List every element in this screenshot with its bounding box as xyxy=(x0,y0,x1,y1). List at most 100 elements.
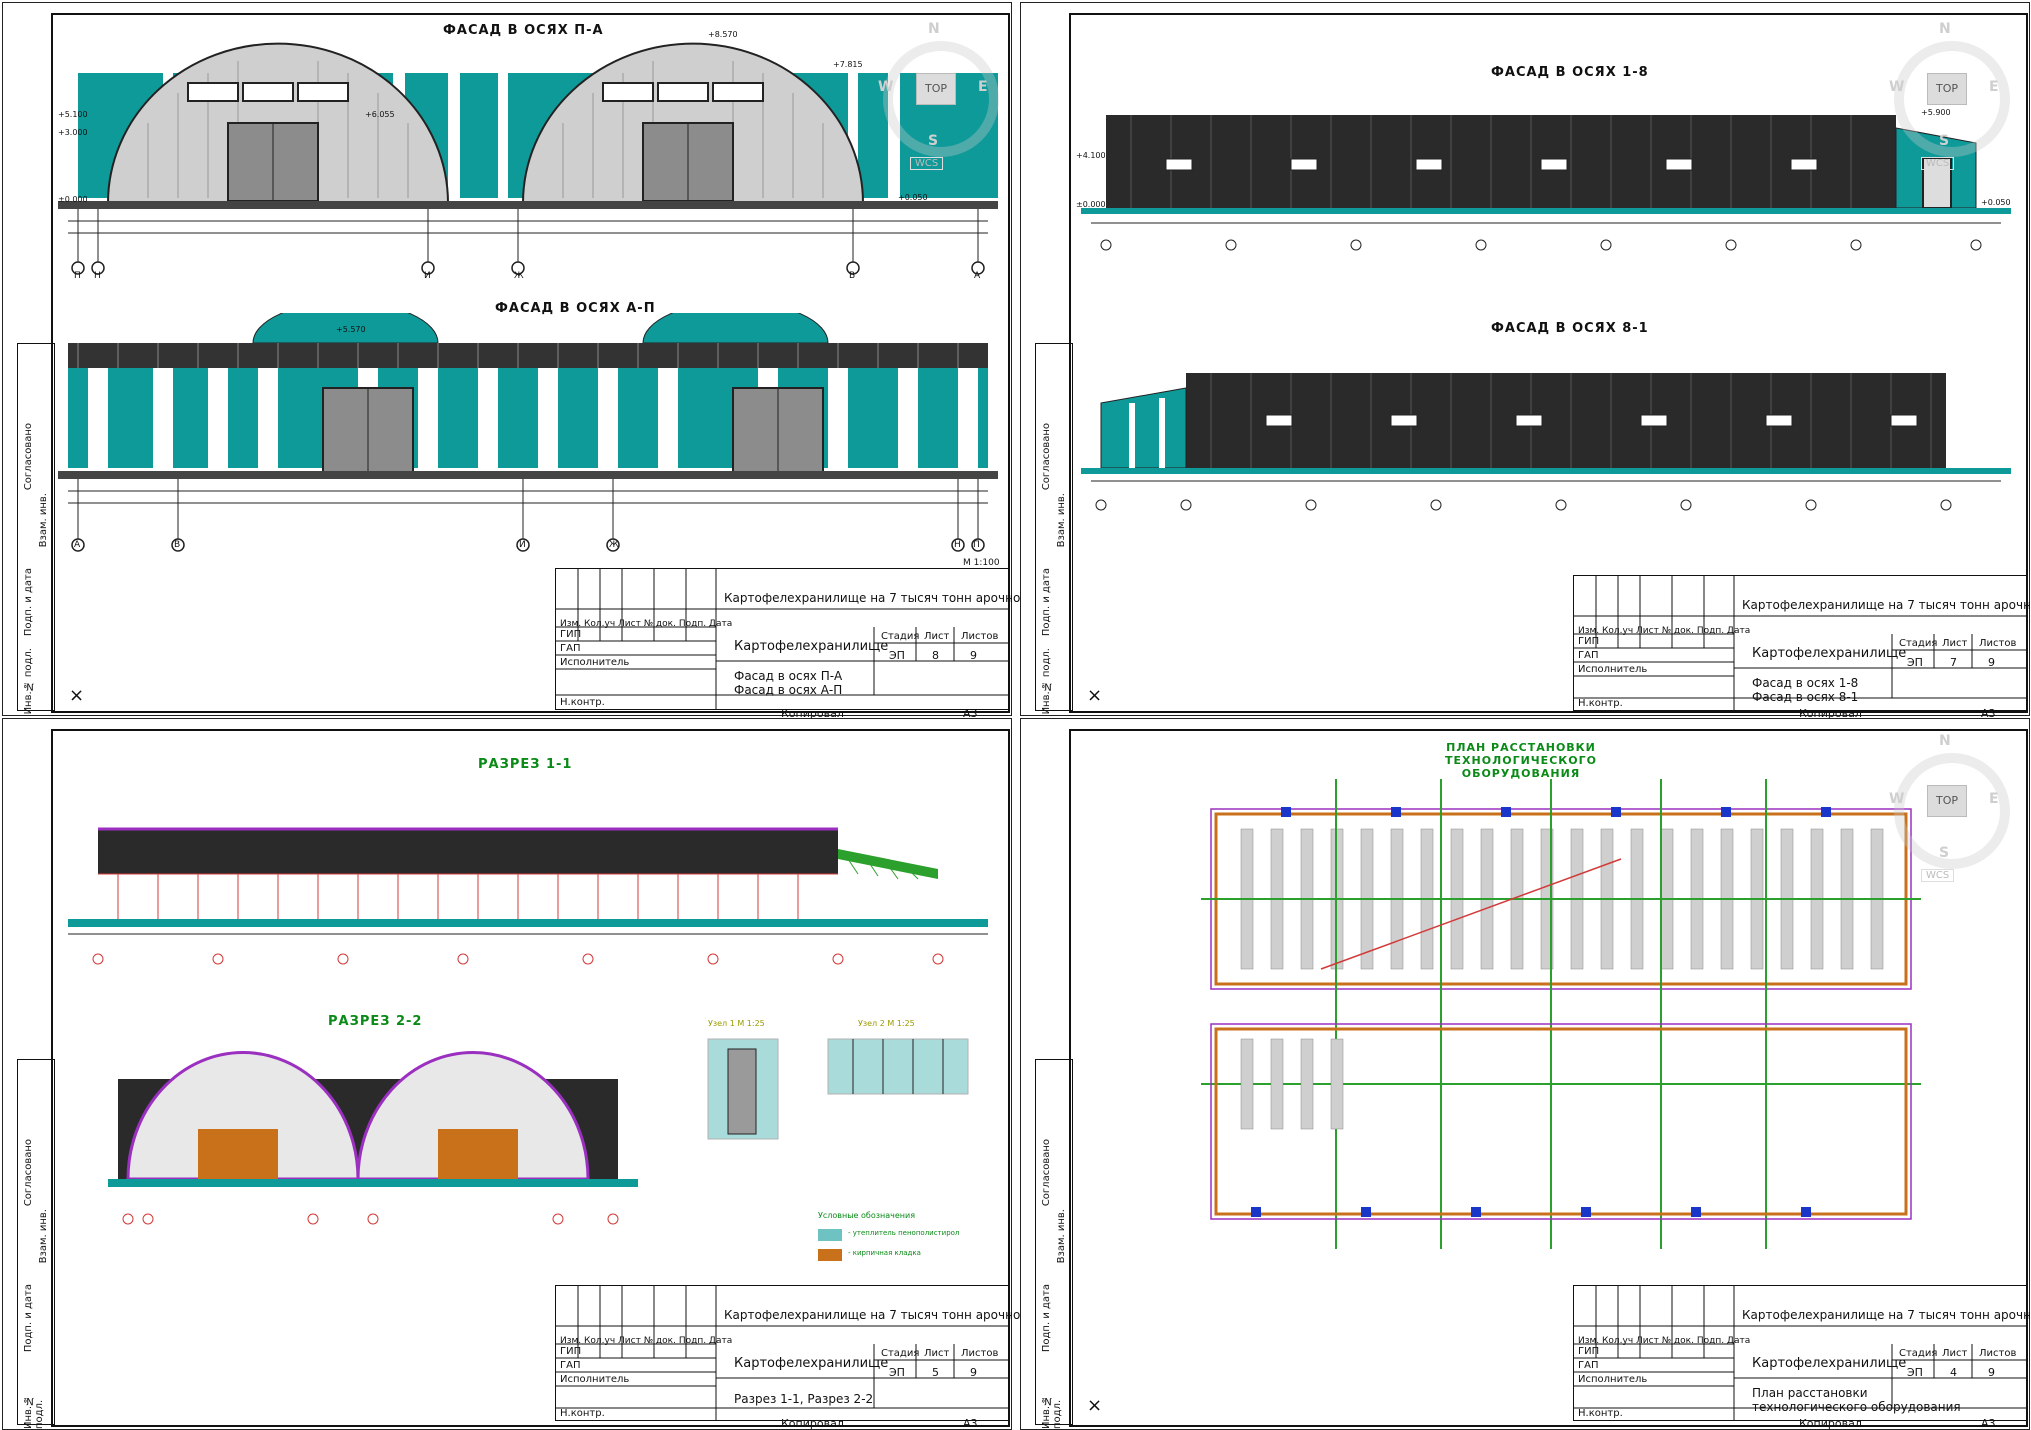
stage-label: Стадия xyxy=(881,631,920,642)
facade-title-2: ФАСАД В ОСЯХ 8-1 xyxy=(1491,321,1649,336)
wcs-menu[interactable]: WCS xyxy=(1921,157,1955,170)
compass-e: E xyxy=(1989,79,1999,95)
wcs-menu[interactable]: WCS xyxy=(1921,869,1955,882)
side-label-sign: Подп. и дата xyxy=(1041,568,1052,637)
sheet-value: 8 xyxy=(932,649,939,662)
stage-value: ЭП xyxy=(1907,1366,1923,1379)
facade-1-8-drawing xyxy=(1081,115,2011,251)
sheet-facade-1-8: ФАСАД В ОСЯХ 1-8 ФАСАД В ОСЯХ 8-1 +5.900… xyxy=(1020,2,2031,720)
revision-headers: Изм. Кол.уч Лист № док. Подп. Дата xyxy=(1578,1336,1751,1346)
stage-label: Стадия xyxy=(1899,1348,1938,1359)
cross-mark: × xyxy=(69,685,85,706)
stage-label: Стадия xyxy=(1899,638,1938,649)
role-gip: ГИП xyxy=(1578,1346,1600,1357)
cross-mark: × xyxy=(1087,1395,1103,1416)
elevation-mark: +7.815 xyxy=(833,60,863,69)
elevation-mark: ±0.000 xyxy=(1076,200,1106,209)
view-compass[interactable]: TOP N S W E WCS xyxy=(878,21,999,171)
detail-label-1: Узел 1 М 1:25 xyxy=(708,1019,765,1028)
side-label-inv: Взам. инв. xyxy=(38,493,49,548)
revision-headers: Изм. Кол.уч Лист № док. Подп. Дата xyxy=(560,1336,733,1346)
elevation-mark: +5.570 xyxy=(336,325,366,334)
compass-w: W xyxy=(878,79,894,95)
axis-label: И xyxy=(424,271,431,281)
side-label-approved: Согласовано xyxy=(23,423,34,491)
elevation-mark: +0.050 xyxy=(1981,198,2011,207)
side-label-approved: Согласовано xyxy=(1041,423,1052,491)
compass-w: W xyxy=(1889,791,1905,807)
project-name: Картофелехранилище на 7 тысяч тонн арочн… xyxy=(1742,598,2031,612)
side-label-sign: Подп. и дата xyxy=(23,568,34,637)
side-label-inv: Взам. инв. xyxy=(1056,1209,1067,1264)
view-compass[interactable]: TOP N S W E WCS xyxy=(1889,733,2010,883)
view-top-button[interactable]: TOP xyxy=(916,73,956,105)
total-value: 9 xyxy=(970,1366,977,1379)
copied-label: Копировал xyxy=(1799,1417,1862,1430)
role-norm-control: Н.контр. xyxy=(560,697,605,708)
side-label-inv2: Инв.№ подл. xyxy=(23,1394,45,1429)
sheet-label: Лист xyxy=(1942,1348,1968,1359)
compass-n: N xyxy=(928,21,940,37)
sheet-value: 7 xyxy=(1950,656,1957,669)
sheet-label: Лист xyxy=(924,1348,950,1359)
elevation-mark: +8.570 xyxy=(708,30,738,39)
plan-title: ПЛАН РАССТАНОВКИ ТЕХНОЛОГИЧЕСКОГО ОБОРУД… xyxy=(1445,741,1597,780)
view-top-button[interactable]: TOP xyxy=(1927,73,1967,105)
copied-label: Копировал xyxy=(781,1417,844,1430)
revision-headers: Изм. Кол.уч Лист № док. Подп. Дата xyxy=(560,619,733,629)
sheet-name: Фасад в осях 1-8 Фасад в осях 8-1 xyxy=(1752,676,1859,704)
sheet-value: 4 xyxy=(1950,1366,1957,1379)
role-norm-control: Н.контр. xyxy=(1578,1408,1623,1419)
title-block: Картофелехранилище на 7 тысяч тонн арочн… xyxy=(555,568,1068,710)
facade-a-p-drawing xyxy=(58,313,998,552)
legend-item-2: - кирпичная кладка xyxy=(848,1249,921,1257)
axis-label: В xyxy=(849,271,856,281)
axis-label: Н xyxy=(94,271,101,281)
side-label-sign: Подп. и дата xyxy=(1041,1284,1052,1353)
sheet-value: 5 xyxy=(932,1366,939,1379)
compass-s: S xyxy=(1939,845,1950,861)
facade-title-1: ФАСАД В ОСЯХ 1-8 xyxy=(1491,65,1649,80)
view-compass[interactable]: TOP N S W E WCS xyxy=(1889,21,2010,171)
elevation-mark: +5.100 xyxy=(58,110,88,119)
object-name: Картофелехранилище xyxy=(734,639,889,654)
sheet-sections: РАЗРЕЗ 1-1 РАЗРЕЗ 2-2 Узел 1 М 1:25 Узел… xyxy=(2,718,1068,1430)
total-value: 9 xyxy=(970,649,977,662)
axis-label: Ж xyxy=(609,540,619,550)
role-gip: ГИП xyxy=(560,629,582,640)
elevation-mark: ±0.000 xyxy=(58,195,88,204)
revision-headers: Изм. Кол.уч Лист № док. Подп. Дата xyxy=(1578,626,1751,636)
role-executor: Исполнитель xyxy=(560,1374,630,1385)
side-label-approved: Согласовано xyxy=(23,1139,34,1207)
sheet-equipment-plan: ПЛАН РАССТАНОВКИ ТЕХНОЛОГИЧЕСКОГО ОБОРУД… xyxy=(1020,718,2031,1430)
role-executor: Исполнитель xyxy=(1578,1374,1648,1385)
role-gap: ГАП xyxy=(560,643,581,654)
total-value: 9 xyxy=(1988,656,1995,669)
role-gip: ГИП xyxy=(1578,636,1600,647)
role-gip: ГИП xyxy=(560,1346,582,1357)
legend-swatch-1 xyxy=(818,1229,842,1241)
role-norm-control: Н.контр. xyxy=(1578,698,1623,709)
elevation-mark: +4.100 xyxy=(1076,151,1106,160)
view-top-button[interactable]: TOP xyxy=(1927,785,1967,817)
facade-p-a-drawing xyxy=(58,42,998,275)
format-label: А3 xyxy=(963,1417,978,1430)
sheet-name: Разрез 1-1, Разрез 2-2 xyxy=(734,1392,874,1406)
role-executor: Исполнитель xyxy=(1578,664,1648,675)
object-name: Картофелехранилище xyxy=(1752,1356,1907,1371)
detail-label-2: Узел 2 М 1:25 xyxy=(858,1019,915,1028)
role-executor: Исполнитель xyxy=(560,657,630,668)
detail-drawings xyxy=(707,1038,969,1140)
project-name: Картофелехранилище на 7 тысяч тонн арочн… xyxy=(1742,1308,2031,1322)
wcs-menu[interactable]: WCS xyxy=(910,157,944,170)
elevation-mark: +0.050 xyxy=(898,193,928,202)
axis-label: Ж xyxy=(514,271,524,281)
cross-mark: × xyxy=(1087,685,1103,706)
compass-w: W xyxy=(1889,79,1905,95)
side-label-inv2: Инв.№ подл. xyxy=(1041,648,1052,715)
sheet-facade-p-a: ФАСАД В ОСЯХ П-А ФАСАД В ОСЯХ А-П П Н И … xyxy=(2,2,1068,720)
section-2-2-drawing xyxy=(108,1051,638,1225)
title-block: Картофелехранилище на 7 тысяч тонн арочн… xyxy=(1573,1285,2031,1421)
object-name: Картофелехранилище xyxy=(734,1356,889,1371)
axis-label: И xyxy=(519,540,526,550)
